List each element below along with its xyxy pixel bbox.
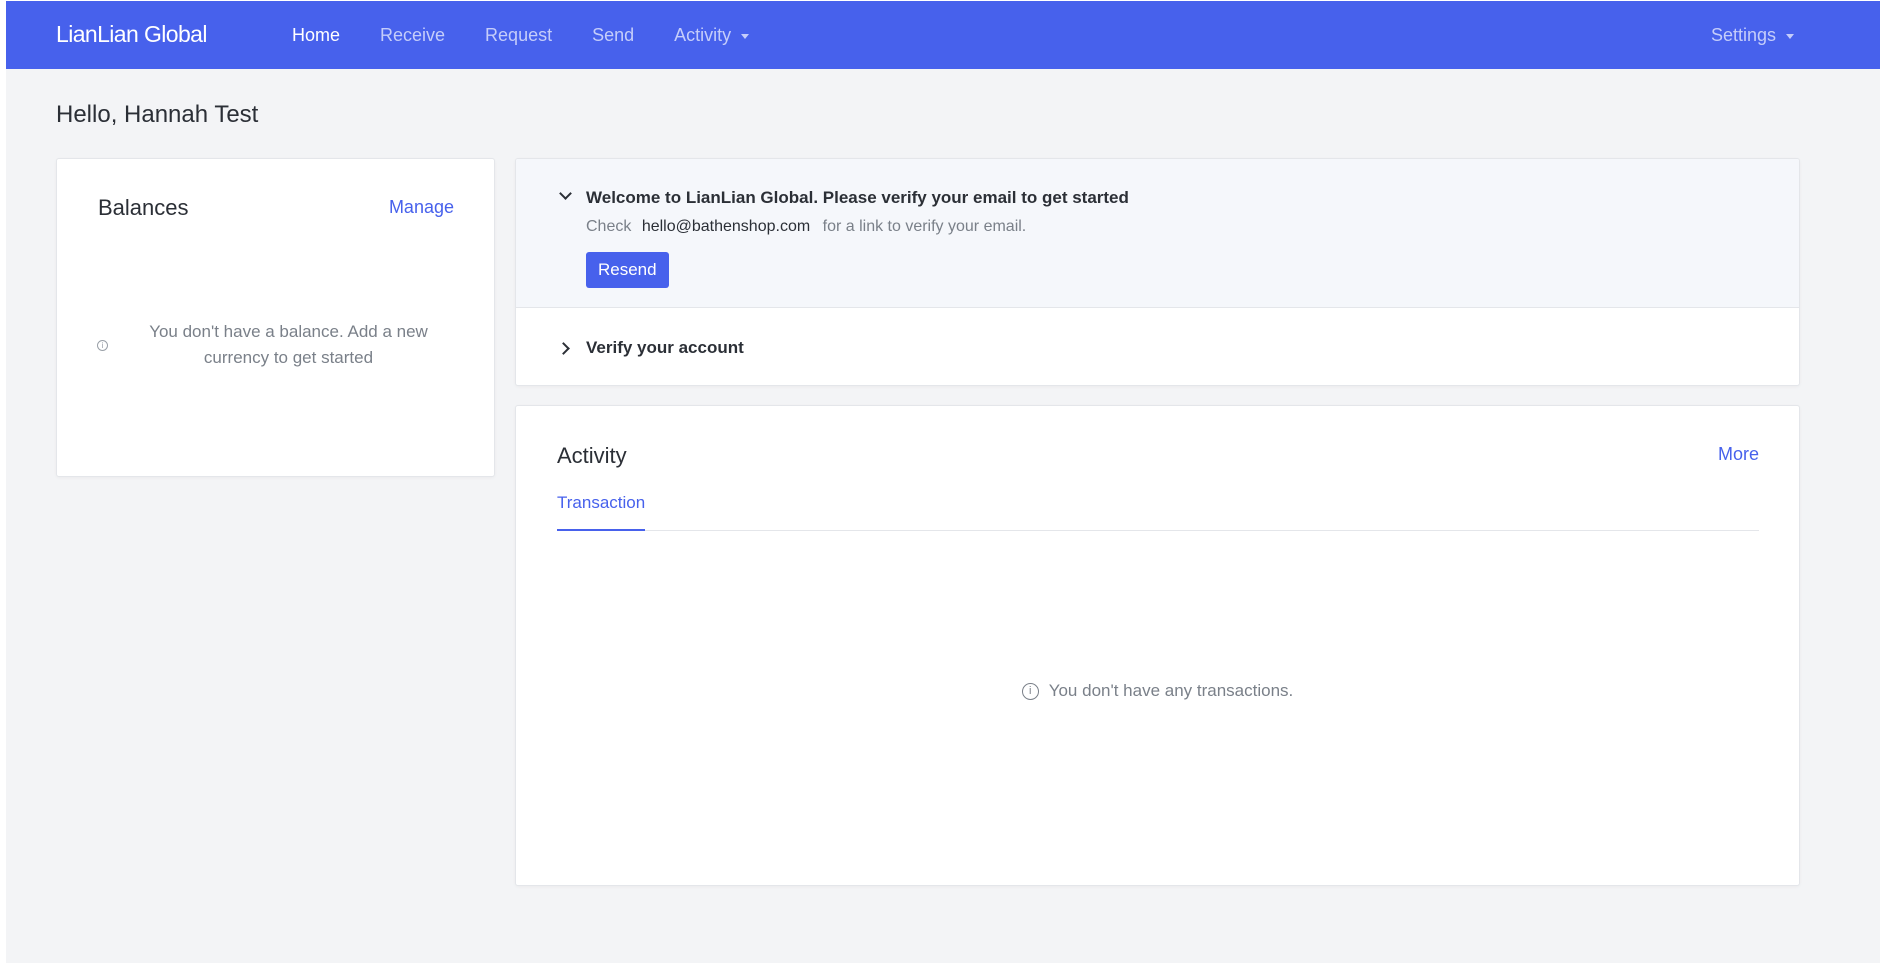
- check-suffix: for a link to verify your email.: [822, 218, 1027, 235]
- verify-account-title[interactable]: Verify your account: [586, 338, 744, 358]
- verify-email-instructions: Check hello@bathenshop.com for a link to…: [586, 218, 1026, 236]
- activity-tabs: Transaction: [557, 493, 1759, 531]
- caret-down-icon: [1786, 33, 1794, 39]
- chevron-down-icon[interactable]: [559, 187, 572, 200]
- empty-balance-text: You don't have a balance. Add a new curr…: [149, 322, 428, 367]
- nav-receive-label: Receive: [380, 24, 446, 45]
- empty-transactions-message: i You don't have any transactions.: [516, 681, 1799, 701]
- email-address: hello@bathenshop.com: [641, 218, 811, 235]
- nav-links: Home Receive Request Send Activity: [292, 1, 789, 69]
- activity-card: Activity More Transaction i You don't ha…: [515, 405, 1800, 886]
- brand-logo[interactable]: LianLian Global: [56, 21, 207, 48]
- activity-title: Activity: [557, 443, 627, 468]
- nav-activity-dropdown[interactable]: Activity: [674, 24, 750, 46]
- manage-link[interactable]: Manage: [389, 197, 454, 218]
- empty-balance-message: i You don't have a balance. Add a new cu…: [97, 319, 457, 371]
- chevron-right-icon[interactable]: [557, 342, 570, 355]
- top-navbar: LianLian Global Home Receive Request Sen…: [6, 1, 1880, 69]
- verify-email-title[interactable]: Welcome to LianLian Global. Please verif…: [586, 188, 1129, 208]
- empty-transactions-text: You don't have any transactions.: [1048, 681, 1294, 700]
- settings-label: Settings: [1710, 24, 1776, 45]
- verify-email-section[interactable]: Welcome to LianLian Global. Please verif…: [516, 159, 1799, 308]
- nav-home-label: Home: [292, 24, 341, 45]
- nav-send-label: Send: [592, 24, 635, 45]
- nav-activity-label: Activity: [674, 24, 732, 45]
- nav-request-label: Request: [485, 24, 553, 45]
- verify-card: Welcome to LianLian Global. Please verif…: [515, 158, 1800, 386]
- info-icon: i: [1021, 682, 1039, 700]
- nav-request[interactable]: Request: [485, 25, 552, 46]
- check-prefix: Check: [586, 218, 632, 235]
- nav-receive[interactable]: Receive: [380, 25, 445, 46]
- resend-button[interactable]: Resend: [586, 252, 669, 288]
- app-window: LianLian Global Home Receive Request Sen…: [6, 1, 1880, 963]
- more-link[interactable]: More: [1718, 444, 1759, 465]
- nav-send[interactable]: Send: [592, 25, 634, 46]
- caret-down-icon: [741, 33, 750, 39]
- greeting-heading: Hello, Hannah Test: [56, 101, 259, 128]
- info-icon: i: [97, 339, 108, 351]
- settings-dropdown[interactable]: Settings: [1711, 1, 1794, 69]
- tab-transaction[interactable]: Transaction: [557, 493, 646, 531]
- balances-card: Balances Manage i You don't have a balan…: [56, 158, 495, 477]
- balances-title: Balances: [98, 195, 189, 220]
- nav-home[interactable]: Home: [292, 25, 340, 46]
